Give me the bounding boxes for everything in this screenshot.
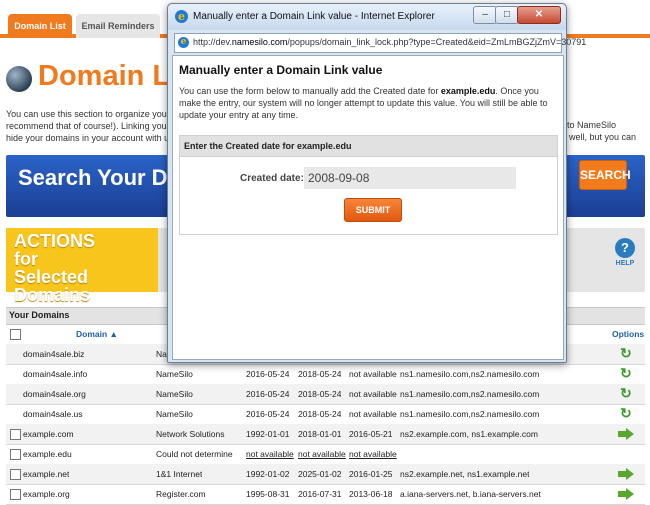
table-row[interactable]: example.net 1&1 Internet 1992-01-02 2025-01…: [6, 464, 645, 485]
domain-cell[interactable]: example.edu: [23, 444, 72, 464]
arrow-head: [626, 488, 634, 500]
ns-cell: ns1.namesilo.com,ns2.namesilo.com: [400, 369, 540, 379]
domain-cell[interactable]: example.com: [23, 424, 74, 444]
domain-cell[interactable]: example.org: [23, 484, 70, 504]
window-title: Manually enter a Domain Link value - Int…: [193, 11, 435, 22]
created-cell: 2016-05-24: [246, 409, 290, 419]
registrar-cell: Network Solutions: [156, 429, 225, 439]
row-checkbox[interactable]: [10, 489, 21, 500]
form-title: Enter the Created date for example.edu: [184, 141, 352, 151]
updated-cell: 2016-05-21: [349, 429, 393, 439]
updated-cell: not available: [349, 409, 397, 419]
expires-cell: 2018-05-24: [298, 389, 342, 399]
minimize-button[interactable]: –: [473, 6, 497, 24]
select-all-checkbox[interactable]: [10, 329, 21, 340]
help-label: HELP: [615, 260, 635, 267]
globe-icon: [6, 66, 32, 92]
table-row[interactable]: example.edu Could not determine not availa…: [6, 444, 645, 465]
address-bar[interactable]: e http://dev.namesilo.com/popups/domain_…: [174, 33, 586, 53]
renew-icon[interactable]: ↻: [620, 406, 634, 421]
expires-cell: 2016-07-31: [298, 489, 342, 499]
expires-cell: 2018-01-01: [298, 429, 342, 439]
ns-cell: ns2.example.net, ns1.example.net: [400, 469, 530, 479]
renew-icon[interactable]: ↻: [620, 346, 634, 361]
help-icon[interactable]: ?: [615, 238, 635, 258]
your-domains-title: Your Domains: [9, 310, 70, 320]
tab-email-reminders[interactable]: Email Reminders: [76, 14, 160, 38]
actions-title: ACTIONS for Selected Domains: [14, 231, 95, 305]
expires-cell[interactable]: not available: [298, 444, 346, 464]
search-button[interactable]: SEARCH: [579, 160, 631, 190]
expires-cell: 2018-05-24: [298, 369, 342, 379]
intro-right-1: to NameSilo: [567, 120, 617, 130]
registrar-cell: NameSilo: [156, 389, 193, 399]
registrar-cell: NameSilo: [156, 369, 193, 379]
renew-icon[interactable]: ↻: [620, 366, 634, 381]
expires-cell: 2018-05-24: [298, 409, 342, 419]
domain-cell[interactable]: domain4sale.org: [23, 384, 86, 404]
created-date-form: Enter the Created date for example.edu C…: [179, 135, 558, 235]
arrow-shaft: [618, 491, 626, 497]
options-column-header: Options: [612, 329, 645, 339]
internet-explorer-icon: e: [178, 37, 189, 48]
popup-content: Manually enter a Domain Link value You c…: [172, 55, 564, 360]
intro-right-2: well, but you can: [569, 132, 637, 142]
row-checkbox[interactable]: [10, 469, 21, 480]
domain-cell[interactable]: domain4sale.biz: [23, 344, 84, 364]
arrow-head: [626, 468, 634, 480]
domain-cell[interactable]: domain4sale.us: [23, 404, 83, 424]
arrow-shaft: [618, 471, 626, 477]
row-checkbox[interactable]: [10, 429, 21, 440]
created-cell[interactable]: not available: [246, 444, 294, 464]
popup-heading: Manually enter a Domain Link value: [179, 63, 383, 77]
table-row[interactable]: example.org Register.com 1995-08-31 2016-07…: [6, 484, 645, 505]
created-cell: 2016-05-24: [246, 389, 290, 399]
domain-column-header[interactable]: Domain ▲: [76, 324, 118, 344]
close-button[interactable]: ✕: [517, 6, 561, 24]
table-row[interactable]: domain4sale.info NameSilo 2016-05-24 2018-0…: [6, 364, 645, 385]
updated-cell: 2016-01-25: [349, 469, 393, 479]
maximize-button[interactable]: □: [495, 6, 519, 24]
domain-cell[interactable]: example.net: [23, 464, 69, 484]
arrow-head: [626, 428, 634, 440]
ns-cell: a.iana-servers.net, b.iana-servers.net: [400, 489, 541, 499]
created-cell: 1992-01-01: [246, 429, 290, 439]
address-url: http://dev.namesilo.com/popups/domain_li…: [193, 37, 587, 47]
created-date-label: Created date:: [240, 173, 304, 184]
ns-cell: ns2.example.com, ns1.example.com: [400, 429, 538, 439]
submit-button[interactable]: SUBMIT: [344, 198, 402, 222]
domain-cell[interactable]: domain4sale.info: [23, 364, 87, 384]
updated-cell: not available: [349, 389, 397, 399]
ns-cell: ns1.namesilo.com,ns2.namesilo.com: [400, 389, 540, 399]
actions-banner: ACTIONS for Selected Domains: [6, 228, 158, 304]
created-date-input[interactable]: [304, 167, 516, 189]
ns-cell: ns1.namesilo.com,ns2.namesilo.com: [400, 409, 540, 419]
ie-popup-window: e Manually enter a Domain Link value - I…: [167, 3, 586, 363]
form-header: Enter the Created date for example.edu: [180, 136, 557, 157]
created-cell: 2016-05-24: [246, 369, 290, 379]
popup-description: You can use the form below to manually a…: [179, 86, 548, 120]
window-titlebar[interactable]: e Manually enter a Domain Link value - I…: [168, 4, 566, 30]
row-checkbox[interactable]: [10, 449, 21, 460]
updated-cell: 2013-06-18: [349, 489, 393, 499]
arrow-shaft: [618, 431, 626, 437]
table-row[interactable]: example.com Network Solutions 1992-01-01 20…: [6, 424, 645, 445]
registrar-cell: NameSilo: [156, 409, 193, 419]
table-row[interactable]: domain4sale.us NameSilo 2016-05-24 2018-05-…: [6, 404, 645, 425]
registrar-cell: Could not determine: [156, 449, 233, 459]
created-cell: 1992-01-02: [246, 469, 290, 479]
registrar-cell: Register.com: [156, 489, 206, 499]
updated-cell[interactable]: not available: [349, 444, 397, 464]
internet-explorer-icon: e: [175, 10, 188, 23]
created-cell: 1995-08-31: [246, 489, 290, 499]
expires-cell: 2025-01-02: [298, 469, 342, 479]
updated-cell: not available: [349, 369, 397, 379]
table-row[interactable]: domain4sale.org NameSilo 2016-05-24 2018-05…: [6, 384, 645, 405]
registrar-cell: 1&1 Internet: [156, 469, 203, 479]
tab-domain-list[interactable]: Domain List: [8, 14, 72, 38]
renew-icon[interactable]: ↻: [620, 386, 634, 401]
help-button[interactable]: ? HELP: [612, 238, 638, 267]
